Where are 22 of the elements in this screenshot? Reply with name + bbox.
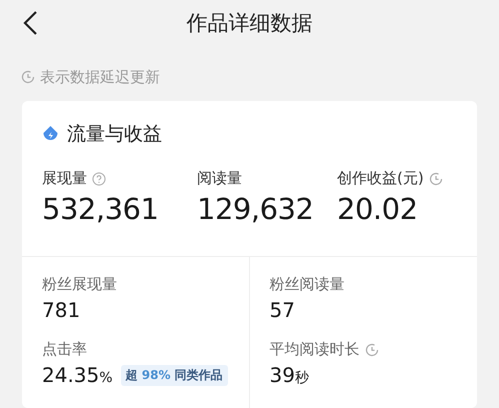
clock-icon	[428, 172, 443, 186]
back-icon[interactable]	[22, 10, 38, 36]
metric-label: 粉丝阅读量	[270, 275, 344, 294]
metric-value: 781	[42, 298, 80, 322]
metric-value: 532,361	[42, 192, 160, 226]
section-title: 流量与收益	[67, 122, 162, 147]
metric-label: 展现量	[42, 169, 87, 188]
metric-label: 粉丝展现量	[42, 275, 117, 294]
metric-label: 阅读量	[197, 169, 242, 188]
delay-note: 表示数据延迟更新	[40, 68, 160, 86]
metric-value: 129,632	[197, 192, 314, 226]
clock-icon	[364, 342, 378, 356]
page-title: 作品详细数据	[186, 10, 312, 37]
metric-label: 点击率	[42, 340, 87, 359]
metric-value: 24.35%	[42, 363, 113, 387]
metric-label: 创作收益(元)	[337, 169, 424, 188]
metric-value: 20.02	[337, 192, 419, 226]
metric-label: 平均阅读时长	[270, 340, 360, 359]
metric-value: 57	[270, 298, 295, 322]
clock-icon	[21, 70, 35, 84]
rank-badge: 超 98% 同类作品	[120, 364, 228, 386]
metric-value: 39秒	[270, 363, 309, 387]
